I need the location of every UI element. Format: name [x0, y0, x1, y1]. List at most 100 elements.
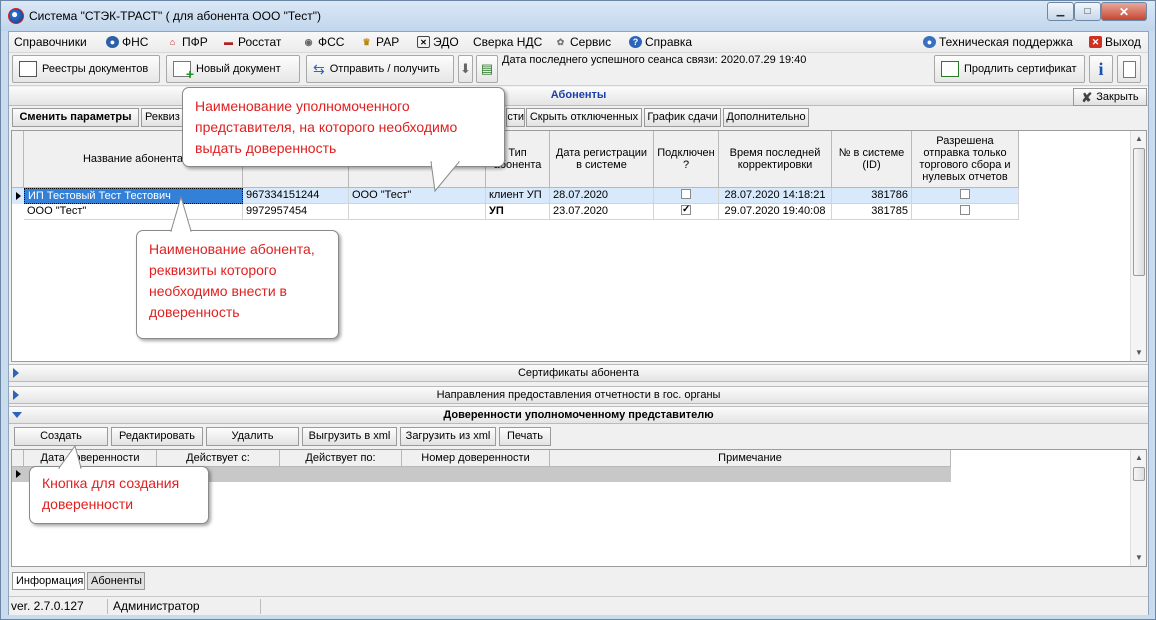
scroll-up-icon[interactable]: ▲ [1131, 450, 1146, 465]
cell-last-edit: 29.07.2020 19:40:08 [719, 204, 832, 220]
schedule-button[interactable]: График сдачи [644, 108, 721, 127]
scroll-down-icon[interactable]: ▼ [1131, 550, 1146, 565]
menu-fss[interactable]: ◉ ФСС [302, 35, 345, 49]
edit-poa-button[interactable]: Редактировать [111, 427, 203, 446]
export-xml-button[interactable]: Выгрузить в xml [302, 427, 397, 446]
cell-connected [654, 188, 719, 204]
menu-rosstat[interactable]: ▬ Росстат [222, 35, 281, 49]
documents-button[interactable]: ▤ [476, 55, 498, 83]
scroll-thumb[interactable] [1133, 467, 1145, 481]
subscribers-scrollbar[interactable]: ▲ ▼ [1130, 131, 1146, 361]
cell-inn: 967334151244 [243, 188, 349, 204]
col-header-valid-from[interactable]: Действует с: [157, 450, 280, 467]
new-document-button[interactable]: + Новый документ [166, 55, 300, 83]
download-arrow-button[interactable]: ⬇ [458, 55, 473, 83]
requisites-button[interactable]: Реквиз [141, 108, 183, 127]
menu-fns[interactable]: ● ФНС [106, 35, 148, 49]
trade-only-checkbox[interactable] [960, 189, 970, 200]
import-xml-button[interactable]: Загрузить из xml [400, 427, 496, 446]
minimize-button[interactable]: ▁ [1047, 2, 1074, 21]
connected-checkbox[interactable]: ✓ [681, 205, 691, 216]
poa-section[interactable]: Доверенности уполномоченному представите… [9, 406, 1148, 424]
col-header-connected[interactable]: Подключен ? [654, 131, 719, 188]
connected-checkbox[interactable] [681, 189, 691, 200]
globe-icon: ● [923, 36, 936, 48]
additional-button[interactable]: Дополнительно [723, 108, 809, 127]
cell-reg-date: 28.07.2020 [550, 188, 654, 204]
col-header-poa-number[interactable]: Номер доверенности [402, 450, 550, 467]
directions-section[interactable]: Направления предоставления отчетности в … [9, 386, 1148, 404]
cell-last-edit: 28.07.2020 14:18:21 [719, 188, 832, 204]
scroll-up-icon[interactable]: ▲ [1131, 131, 1146, 146]
col-header-id[interactable]: № в системе (ID) [832, 131, 912, 188]
close-x-icon: ✘ [1081, 89, 1093, 105]
col-header-last-edit[interactable]: Время последней корректировки [719, 131, 832, 188]
poa-scrollbar[interactable]: ▲ ▼ [1130, 450, 1146, 566]
button-label: Закрыть [1096, 90, 1139, 103]
scroll-thumb[interactable] [1133, 148, 1145, 276]
cell-inn: 9972957454 [243, 204, 349, 220]
menu-rar[interactable]: ♛ РАР [360, 35, 399, 49]
cell-name: ООО "Тест" [24, 204, 243, 220]
tab-subscribers[interactable]: Абоненты [87, 572, 145, 590]
menu-support[interactable]: ● Техническая поддержка [923, 35, 1073, 49]
menu-sverka-nds[interactable]: Сверка НДС [473, 35, 542, 49]
delete-poa-button[interactable]: Удалить [206, 427, 299, 446]
send-receive-button[interactable]: ⇆ Отправить / получить [306, 55, 454, 83]
user-label: Администратор [111, 599, 261, 614]
extend-certificate-button[interactable]: Продлить сертификат [934, 55, 1085, 83]
menu-label: ФСС [318, 35, 345, 49]
section-title: Направления предоставления отчетности в … [436, 389, 721, 401]
menu-exit[interactable]: ✕ Выход [1089, 35, 1141, 49]
sync-icon: ⇆ [313, 60, 325, 77]
col-header-note[interactable]: Примечание [550, 450, 951, 467]
version-label: ver. 2.7.0.127 [9, 599, 108, 614]
cell-id: 381786 [832, 188, 912, 204]
tab-information[interactable]: Информация [12, 572, 85, 590]
change-params-button[interactable]: Сменить параметры [12, 108, 139, 127]
menu-spravka[interactable]: ? Справка [629, 35, 692, 49]
menu-label: Выход [1105, 35, 1141, 49]
info-button[interactable]: i [1089, 55, 1113, 83]
arrow-down-icon: ⬇ [460, 61, 471, 76]
pdf-button[interactable] [1117, 55, 1141, 83]
section-title: Сертификаты абонента [517, 367, 640, 379]
menu-edo[interactable]: ✕ ЭДО [417, 35, 459, 49]
callout-text: Кнопка для создания доверенности [42, 475, 180, 512]
new-document-icon: + [173, 61, 194, 81]
fns-icon: ● [106, 36, 119, 48]
button-label: Отправить / получить [329, 63, 440, 75]
col-header-reg-date[interactable]: Дата регистрации в системе [550, 131, 654, 188]
trade-only-checkbox[interactable] [960, 205, 970, 216]
menu-spravochniki[interactable]: Справочники [14, 35, 87, 49]
cell-id: 381785 [832, 204, 912, 220]
menu-label: Справка [645, 35, 693, 49]
maximize-button[interactable]: □ [1074, 2, 1101, 21]
close-panel-button[interactable]: ✘ Закрыть [1073, 88, 1147, 106]
scroll-down-icon[interactable]: ▼ [1131, 345, 1146, 360]
menu-bar: Справочники ● ФНС ⌂ ПФР ▬ Росстат ◉ ФСС ♛ РАР… [9, 32, 1148, 52]
help-icon: ? [629, 36, 642, 48]
rar-icon: ♛ [362, 37, 371, 47]
hide-disconnected-button[interactable]: Скрыть отключенных [526, 108, 642, 127]
registries-button[interactable]: Реестры документов [12, 55, 160, 83]
title-bar[interactable]: Система "СТЭК-ТРАСТ" ( для абонента ООО … [1, 1, 1155, 31]
col-header-valid-to[interactable]: Действует по: [280, 450, 402, 467]
row-indicator-header [12, 450, 24, 467]
subscriber-callout-pointer [170, 196, 192, 232]
maximize-icon: □ [1084, 6, 1091, 17]
col-header-trade-only[interactable]: Разрешена отправка только торгового сбор… [912, 131, 1019, 188]
menu-servis[interactable]: ✿ Сервис [554, 35, 611, 49]
representative-callout-pointer [430, 161, 461, 193]
partial-button[interactable]: сти [506, 108, 525, 127]
close-window-button[interactable]: ✕ [1101, 2, 1147, 21]
create-poa-button[interactable]: Создать [14, 427, 108, 446]
app-window: Система "СТЭК-ТРАСТ" ( для абонента ООО … [0, 0, 1156, 620]
section-title: Доверенности уполномоченному представите… [443, 409, 714, 421]
row-indicator-header [12, 131, 24, 188]
certificates-section[interactable]: Сертификаты абонента [9, 364, 1148, 382]
print-poa-button[interactable]: Печать [499, 427, 551, 446]
pdf-icon [1122, 60, 1136, 78]
menu-pfr[interactable]: ⌂ ПФР [166, 35, 208, 49]
menu-label: ЭДО [433, 35, 459, 49]
